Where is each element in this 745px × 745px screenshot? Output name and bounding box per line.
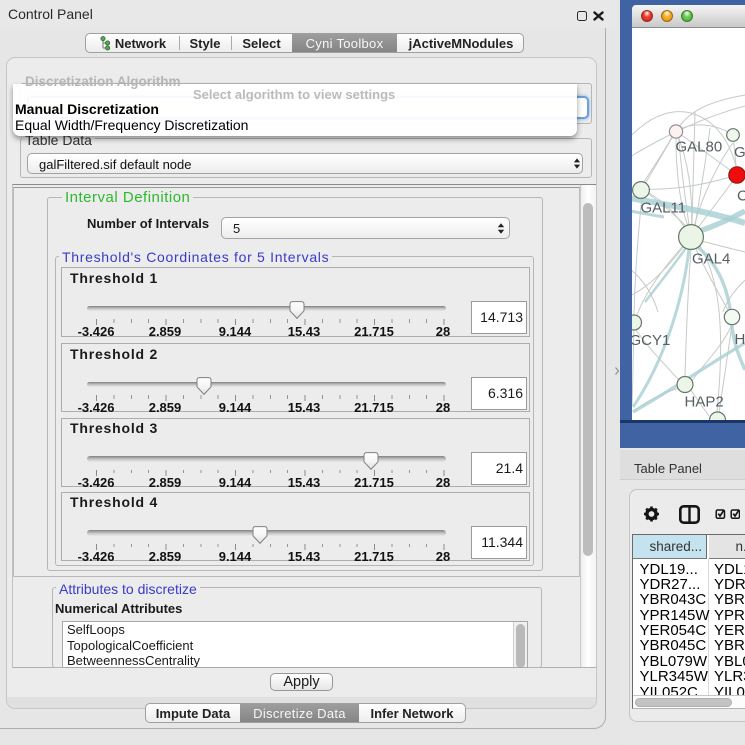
svg-text:GAL11: GAL11 xyxy=(641,200,687,217)
svg-text:HAP2: HAP2 xyxy=(685,394,724,411)
svg-text:GA: GA xyxy=(734,144,745,161)
svg-text:GAL80: GAL80 xyxy=(676,139,723,156)
svg-text:GCY1: GCY1 xyxy=(632,332,670,349)
svg-text:H: H xyxy=(735,331,745,348)
svg-text:C: C xyxy=(737,188,745,205)
svg-text:GAL4: GAL4 xyxy=(692,251,730,268)
